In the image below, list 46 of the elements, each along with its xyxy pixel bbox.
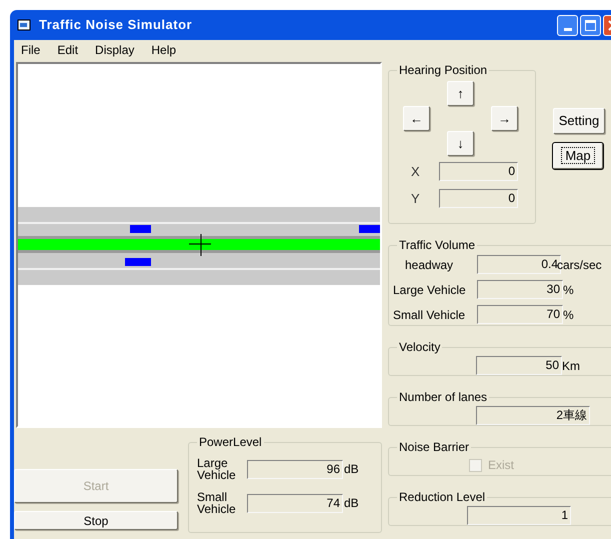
input-field[interactable]: 0 bbox=[439, 188, 518, 208]
group-title: Velocity bbox=[398, 339, 442, 356]
unit-label: Km bbox=[562, 358, 580, 374]
menu-item[interactable]: Edit bbox=[56, 41, 80, 59]
action-button[interactable]: Setting bbox=[553, 108, 605, 134]
input-field[interactable]: 74 bbox=[247, 494, 343, 512]
field-label: Small Vehicle bbox=[393, 306, 466, 324]
minimize-button[interactable] bbox=[557, 14, 578, 36]
input-field[interactable]: 30 bbox=[477, 280, 563, 299]
field-label: Y bbox=[410, 190, 421, 208]
arrow-button[interactable]: → bbox=[491, 106, 518, 131]
menu-item[interactable]: Display bbox=[94, 41, 136, 59]
arrow-button[interactable]: ↓ bbox=[447, 131, 474, 156]
group-title: Number of lanes bbox=[398, 389, 488, 406]
menu-item[interactable]: File bbox=[20, 41, 42, 59]
arrow-button[interactable]: ↑ bbox=[447, 81, 474, 106]
input-field[interactable]: 1 bbox=[467, 506, 571, 525]
group-title: Traffic Volume bbox=[398, 237, 476, 254]
action-button[interactable]: Map bbox=[553, 143, 603, 169]
unit-label: dB bbox=[344, 495, 359, 512]
field-label: headway bbox=[404, 256, 454, 274]
maximize-icon bbox=[585, 20, 596, 30]
field-label: Small Vehicle bbox=[197, 491, 237, 515]
minimize-icon bbox=[564, 28, 572, 30]
unit-label: % bbox=[563, 282, 574, 298]
field-label: Large Vehicle bbox=[393, 282, 467, 298]
checkbox-label: Exist bbox=[488, 457, 514, 474]
input-field[interactable]: 2車線 bbox=[476, 406, 590, 425]
field-label: Large Vehicle bbox=[197, 457, 237, 481]
group-title: Noise Barrier bbox=[398, 439, 470, 456]
app-icon bbox=[17, 18, 31, 32]
menu-item[interactable]: Help bbox=[150, 41, 178, 59]
input-field[interactable]: 96 bbox=[247, 460, 343, 478]
unit-label: dB bbox=[344, 461, 359, 478]
maximize-button[interactable] bbox=[580, 14, 601, 36]
unit-label: % bbox=[563, 306, 574, 324]
group-title: Reduction Level bbox=[398, 489, 486, 506]
input-field[interactable]: 70 bbox=[477, 305, 563, 324]
input-field[interactable]: 50 bbox=[476, 356, 562, 375]
group-title: PowerLevel bbox=[198, 434, 263, 451]
input-field[interactable]: 0 bbox=[439, 162, 518, 182]
arrow-button[interactable]: ← bbox=[403, 106, 430, 131]
field-label: X bbox=[410, 163, 421, 181]
control-button[interactable]: Stop bbox=[14, 511, 178, 530]
group-title: Hearing Position bbox=[398, 62, 488, 79]
window-title: Traffic Noise Simulator bbox=[39, 16, 192, 34]
